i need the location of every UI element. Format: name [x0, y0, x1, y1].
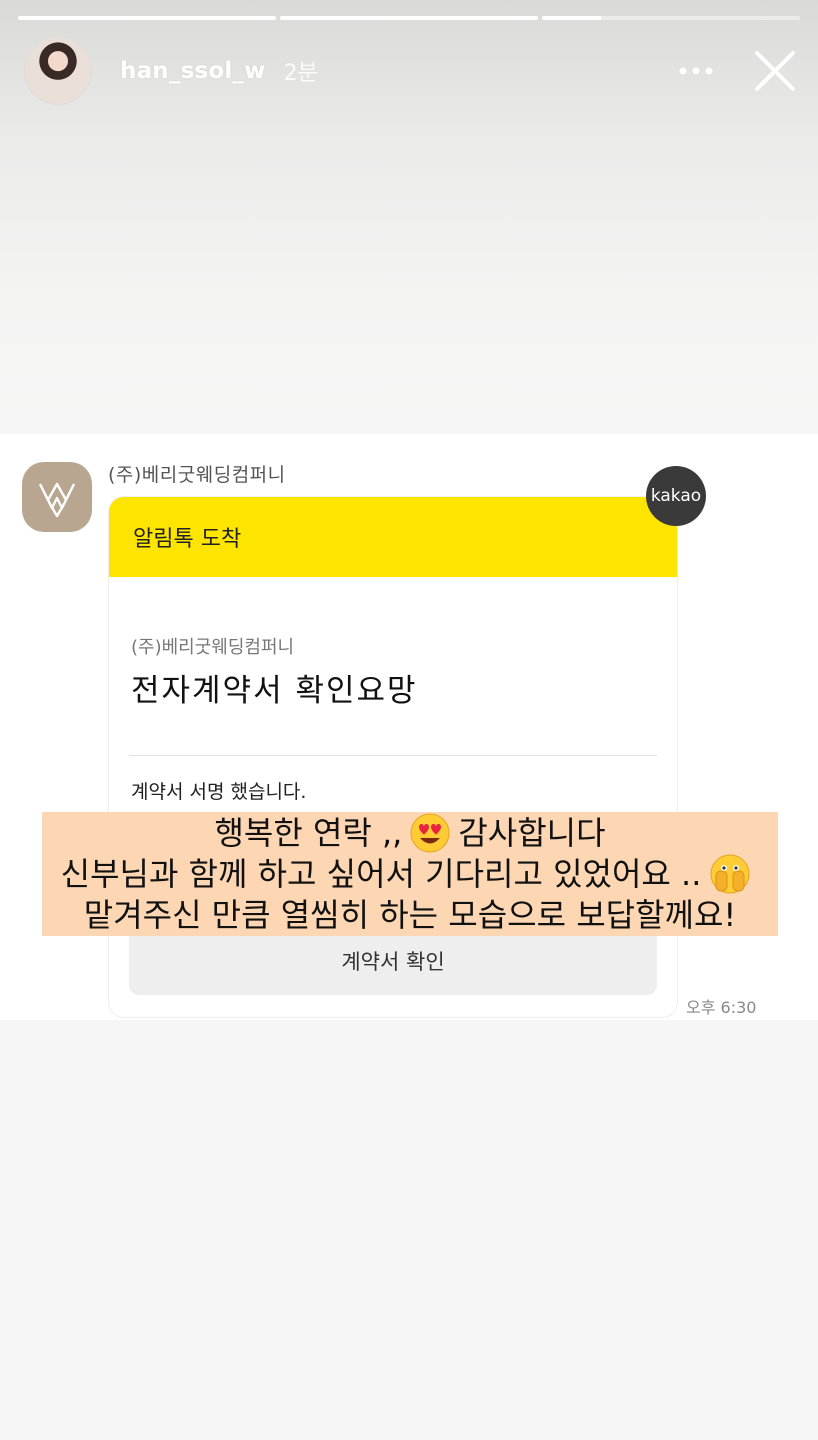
- caption-text: 맡겨주신 만큼 열씸히 하는 모습으로 보답할께요!: [83, 896, 737, 934]
- close-icon: [755, 51, 795, 91]
- caption-line-1: 행복한 연락 ,, 감사합니다: [214, 813, 606, 853]
- sender-name: (주)베리굿웨딩컴퍼니: [108, 464, 286, 486]
- post-time: 2분: [283, 61, 318, 86]
- progress-segment: [18, 16, 276, 20]
- kakao-badge: kakao: [646, 466, 706, 526]
- caption-text: 감사합니다: [458, 814, 606, 852]
- card-body-text: 계약서 서명 했습니다.: [131, 781, 307, 803]
- user-avatar[interactable]: [24, 37, 92, 105]
- more-options-button[interactable]: [676, 51, 716, 91]
- card-header: 알림톡 도착: [109, 497, 677, 577]
- story-progress-bar: [18, 16, 800, 20]
- view-contract-button[interactable]: 계약서 확인: [129, 927, 657, 995]
- card-header-label: 알림톡 도착: [133, 527, 242, 552]
- wedding-company-logo: [22, 462, 92, 532]
- caption-text: 행복한 연락 ,,: [214, 814, 403, 852]
- story-caption: 행복한 연락 ,, 감사합니다 신부님과 함께 하고 싶어서 기다리고 있었어요…: [42, 812, 778, 936]
- more-dots-icon: [679, 67, 713, 75]
- card-title: 전자계약서 확인요망: [131, 673, 418, 709]
- kakao-badge-label: kakao: [650, 486, 702, 506]
- username[interactable]: han_ssol_w: [120, 58, 266, 84]
- caption-text: 신부님과 함께 하고 싶어서 기다리고 있었어요 ..: [60, 855, 702, 893]
- card-subtitle: (주)베리굿웨딩컴퍼니: [131, 637, 295, 658]
- card-divider: [129, 755, 657, 756]
- hands-over-face-emoji-icon: [710, 854, 750, 894]
- progress-segment: [542, 16, 800, 20]
- caption-line-3: 맡겨주신 만큼 열씸히 하는 모습으로 보답할께요!: [84, 895, 737, 935]
- progress-segment: [280, 16, 538, 20]
- heart-eyes-emoji-icon: [410, 813, 450, 853]
- message-time: 오후 6:30: [686, 998, 757, 1017]
- story-header: han_ssol_w 2분: [24, 37, 800, 105]
- close-button[interactable]: [752, 48, 798, 94]
- wedding-logo-icon: [38, 482, 76, 518]
- caption-line-2: 신부님과 함께 하고 싶어서 기다리고 있었어요 ..: [61, 853, 760, 895]
- alimtalk-card: 알림톡 도착 (주)베리굿웨딩컴퍼니 전자계약서 확인요망 계약서 서명 했습니…: [108, 496, 678, 1018]
- view-contract-button-label: 계약서 확인: [341, 950, 445, 974]
